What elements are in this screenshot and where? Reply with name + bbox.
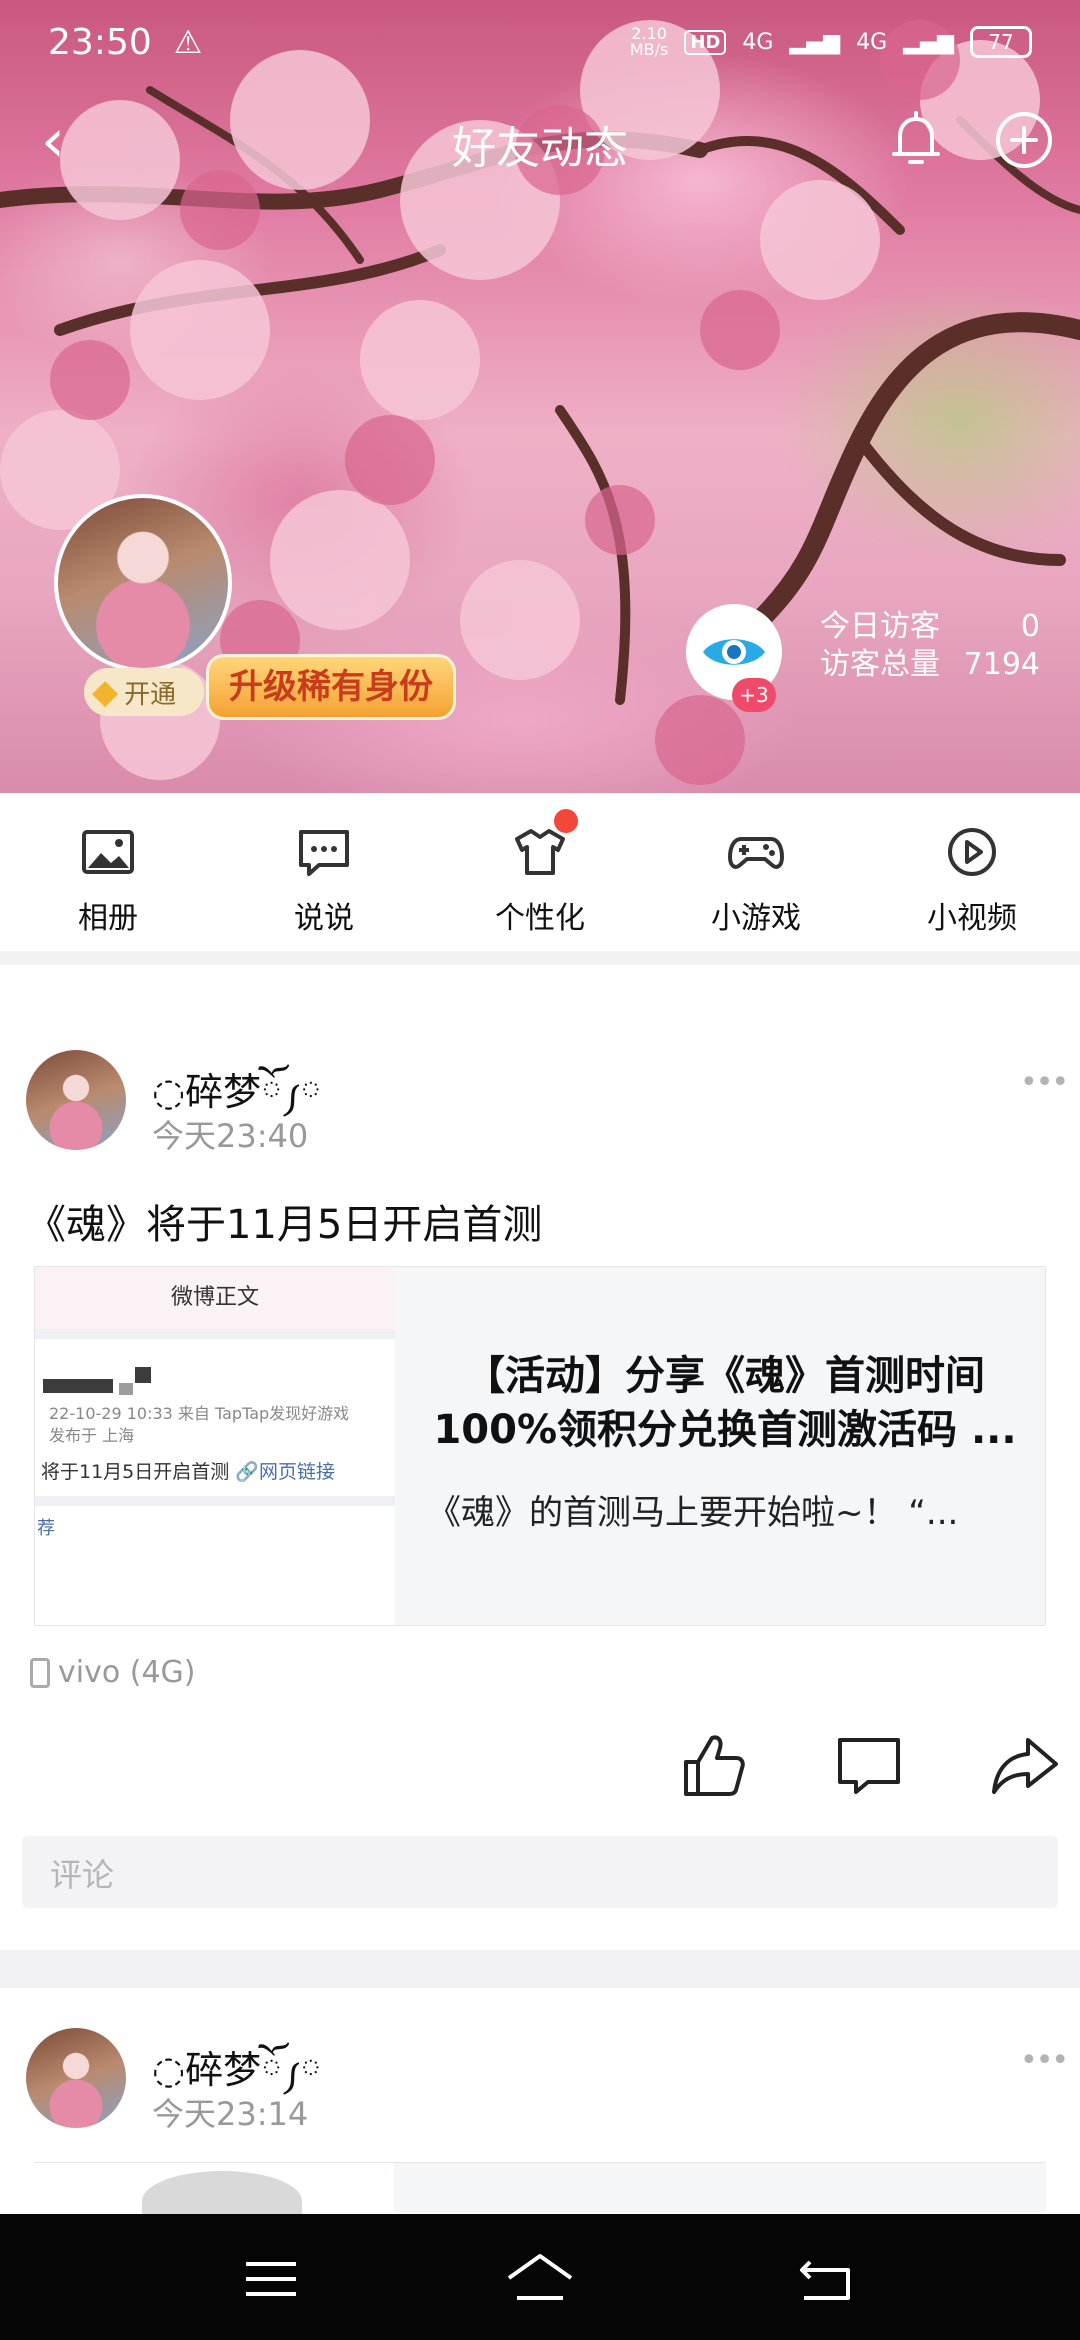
quick-label: 相册	[78, 901, 138, 936]
home-icon[interactable]	[505, 2244, 575, 2314]
comment-icon[interactable]	[832, 1728, 906, 1802]
top-navigation: ‹ 好友动态	[0, 98, 1080, 188]
play-circle-icon	[948, 828, 996, 876]
thumbnail-divider	[35, 1329, 395, 1339]
more-options-icon[interactable]: •••	[1020, 1065, 1069, 1100]
visitor-new-badge: +3	[732, 678, 776, 712]
thumbnail-meta: 22-10-29 10:33 来自 TapTap发现好游戏 发布于 上海	[35, 1399, 395, 1451]
post-time: 今天23:40	[152, 1117, 309, 1155]
post-time: 今天23:14	[152, 2095, 309, 2133]
link-title-line: 100%领积分兑换首测激活码 ...	[433, 1407, 1017, 1453]
thumbnail-text: 将于11月5日开启首测 🔗网页链接	[35, 1451, 395, 1490]
link-thumbnail	[34, 2163, 394, 2231]
thumbnail-link: 🔗网页链接	[235, 1461, 335, 1483]
link-title: 【活动】分享《魂》首测时间 100%领积分兑换首测激活码 ...	[425, 1349, 1025, 1457]
avatar[interactable]	[26, 2028, 126, 2128]
thumbnail-footer: 荐	[37, 1518, 55, 1539]
thumbnail-header: 微博正文	[35, 1267, 395, 1329]
eye-icon	[703, 639, 765, 665]
vip-open-button[interactable]: ◆ 开通	[84, 668, 204, 716]
quick-label: 小游戏	[711, 901, 801, 936]
profile-avatar[interactable]	[54, 494, 232, 672]
quick-label: 说说	[294, 901, 354, 936]
device-label: vivo (4G)	[58, 1655, 196, 1690]
quick-item-minigames[interactable]: 小游戏	[648, 793, 864, 951]
phone-icon	[30, 1657, 50, 1688]
signal-bars-icon: ▂▄▆	[789, 29, 841, 55]
quick-item-moments[interactable]: 说说	[216, 793, 432, 951]
bell-icon[interactable]	[880, 104, 952, 176]
sim2-signal: 4G	[856, 29, 888, 55]
gamepad-icon	[728, 837, 784, 869]
status-bar: 23:50 ⚠ 2.10 MB/s HD 4G ▂▄▆ 4G ▂▄▆ 77	[0, 0, 1080, 84]
shared-link-card[interactable]: 微博正文 22-10-29 10:33 来自 TapTap发现好游戏 发布于 上…	[34, 1266, 1046, 1626]
photo-album-icon	[82, 830, 134, 874]
comment-input[interactable]: 评论	[22, 1836, 1058, 1908]
visitor-stats[interactable]: 今日访客 0 访客总量 7194	[820, 608, 1040, 684]
visitors-total-value: 7194	[963, 647, 1040, 682]
plus-circle-icon[interactable]	[988, 104, 1060, 176]
quick-item-short-video[interactable]: 小视频	[864, 793, 1080, 951]
sim1-signal: 4G	[742, 29, 774, 55]
visitors-today-value: 0	[1020, 609, 1040, 644]
hd-badge: HD	[684, 29, 727, 55]
warning-triangle-icon: ⚠	[173, 23, 203, 61]
link-thumbnail: 微博正文 22-10-29 10:33 来自 TapTap发现好游戏 发布于 上…	[35, 1267, 395, 1625]
system-navigation-bar	[0, 2214, 1080, 2340]
thumbnail-text-line: 将于11月5日开启首测	[41, 1461, 230, 1483]
thumbnail-redacted	[35, 1339, 395, 1399]
notification-dot	[554, 809, 578, 833]
quick-item-album[interactable]: 相册	[0, 793, 216, 951]
status-time: 23:50	[48, 21, 152, 63]
cover-image: 23:50 ⚠ 2.10 MB/s HD 4G ▂▄▆ 4G ▂▄▆ 77 ‹ …	[0, 0, 1080, 793]
quick-label: 小视频	[927, 901, 1017, 936]
thumbnail-meta-line: 22-10-29 10:33 来自 TapTap发现好游戏	[49, 1404, 350, 1423]
link-title-line: 【活动】分享《魂》首测时间	[465, 1353, 985, 1399]
share-icon[interactable]	[988, 1728, 1062, 1802]
menu-icon[interactable]	[236, 2244, 306, 2314]
battery-icon: 77	[970, 26, 1032, 58]
more-options-icon[interactable]: •••	[1020, 2043, 1069, 2078]
quick-menu: 相册 说说 个性化 小游戏 小视频	[0, 793, 1080, 951]
back-icon[interactable]	[790, 2244, 860, 2314]
thumbnail-meta-line: 发布于 上海	[49, 1426, 135, 1445]
visitors-today-label: 今日访客	[820, 609, 940, 644]
status-indicators: 2.10 MB/s HD 4G ▂▄▆ 4G ▂▄▆ 77	[630, 26, 1032, 58]
section-divider	[0, 951, 1080, 965]
visitors-total-label: 访客总量	[820, 647, 940, 682]
net-speed-unit: MB/s	[629, 40, 669, 59]
vip-open-label: 开通	[124, 679, 177, 710]
net-speed: 2.10 MB/s	[630, 26, 669, 58]
thumbnail-divider	[35, 1496, 395, 1506]
device-info: vivo (4G)	[30, 1655, 195, 1690]
upgrade-rare-identity-button[interactable]: 升级稀有身份	[206, 654, 456, 720]
link-description: 《魂》的首测马上要开始啦~！ “...	[427, 1493, 959, 1533]
signal-bars-icon: ▂▄▆	[903, 29, 954, 55]
quick-label: 个性化	[495, 901, 585, 936]
avatar[interactable]	[26, 1050, 126, 1150]
diamond-icon: ◆	[92, 672, 119, 712]
shared-link-card[interactable]	[34, 2162, 1046, 2231]
chat-bubble-icon	[299, 830, 349, 876]
section-divider	[0, 1950, 1080, 1988]
quick-item-personalize[interactable]: 个性化	[432, 793, 648, 951]
like-icon[interactable]	[676, 1728, 750, 1802]
post-text: 《魂》将于11月5日开启首测	[26, 1202, 543, 1248]
